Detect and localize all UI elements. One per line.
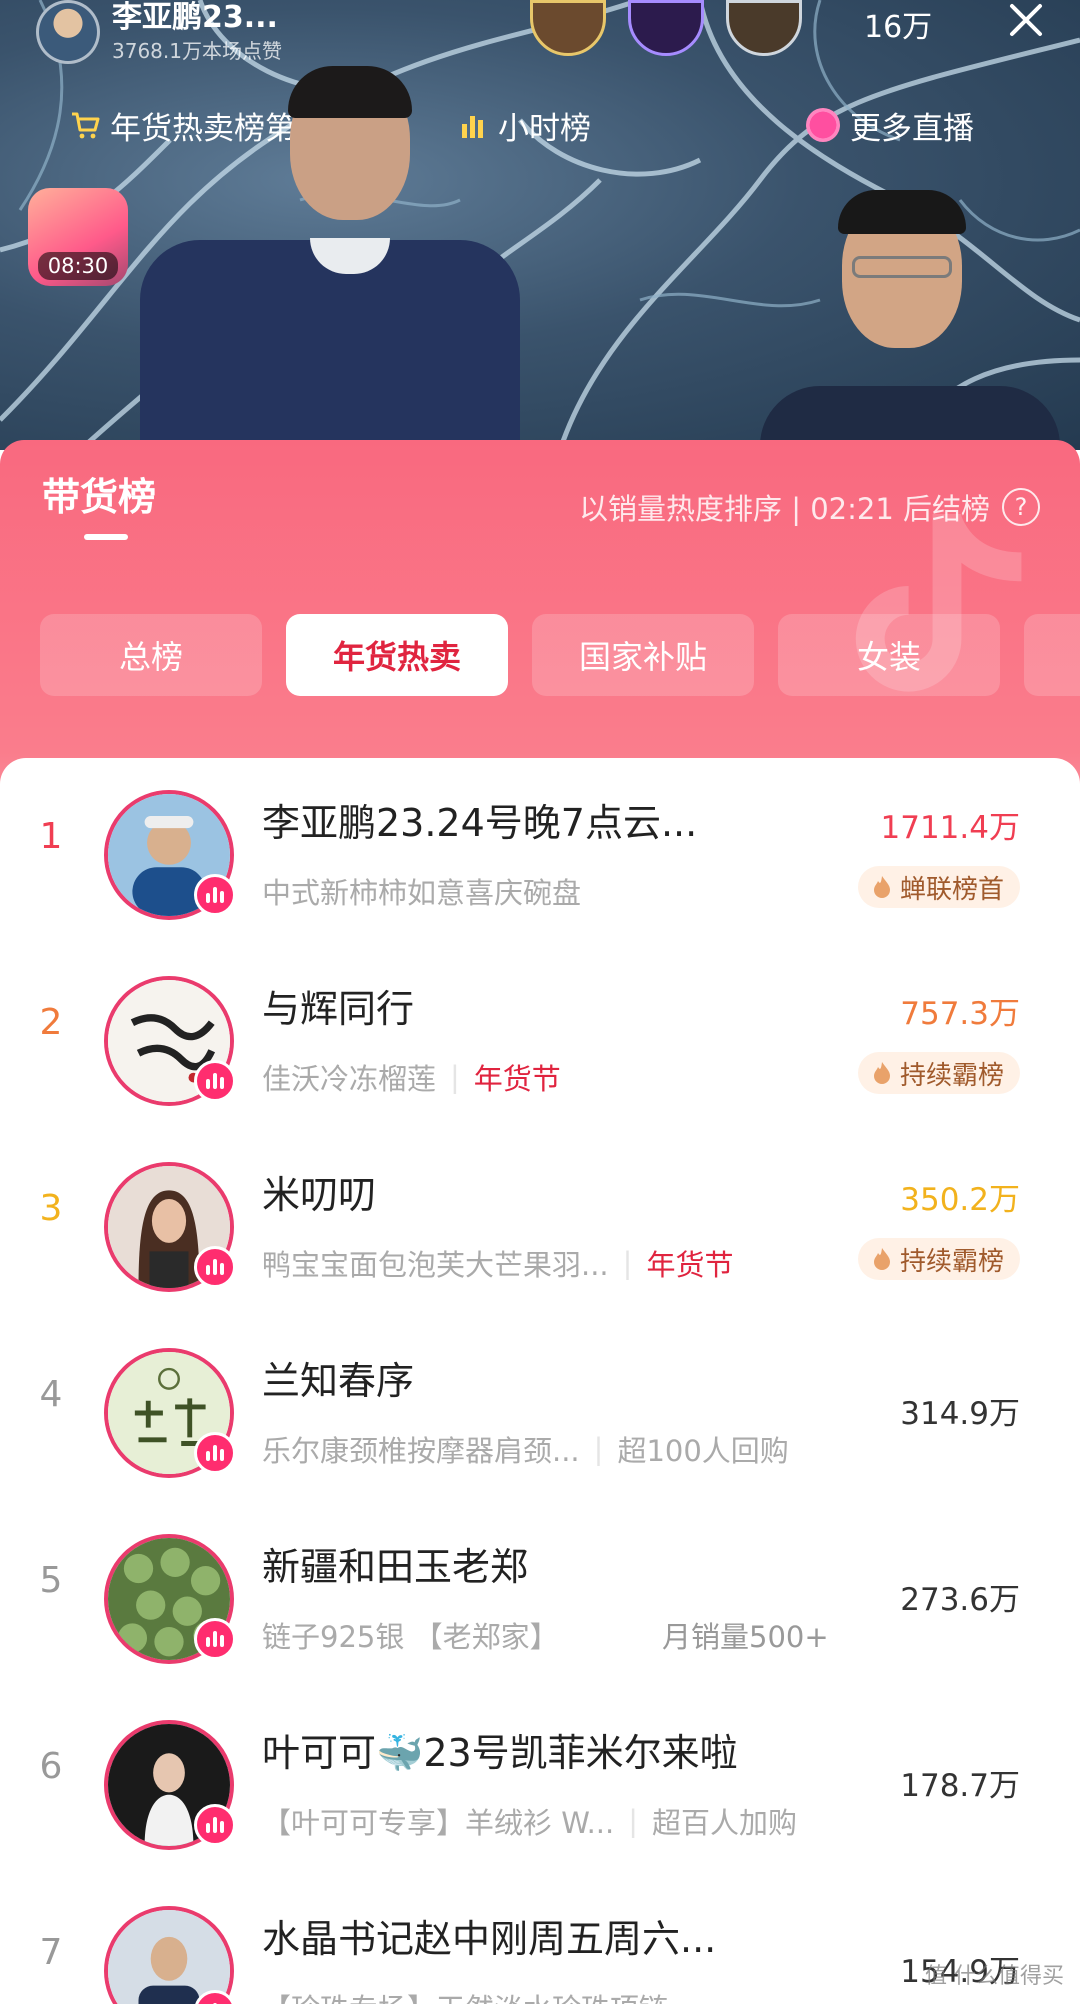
product-name: 链子925银 【老郑家】 [262, 1620, 559, 1654]
streamer-name[interactable]: 与辉同行 [262, 978, 782, 1033]
streamer-name[interactable]: 叶可可🐳23号凯菲米尔来啦 [262, 1722, 782, 1777]
tab-more[interactable] [1024, 614, 1080, 696]
festival-tag: 年货节 [473, 1062, 561, 1096]
countdown-text: 08:30 [37, 252, 119, 280]
top-viewers[interactable] [530, 0, 802, 56]
product-description: 鸭宝宝面包泡芙大芒果羽... | 年货节 [262, 1242, 862, 1284]
host-person-left [140, 66, 520, 450]
status-badge-label: 持续霸榜 [899, 1060, 1004, 1091]
rank-number: 3 [39, 1188, 63, 1229]
cart-icon [72, 112, 100, 139]
host-name: 李亚鹏23... [112, 0, 278, 35]
ranking-tabs: 总榜 年货热卖 国家补贴 女装 [40, 614, 1080, 696]
panel-info: 以销量热度排序 | 02:21 后结榜 ? [579, 486, 1040, 528]
sales-value: 1711.4万 [880, 810, 1020, 846]
host-info[interactable]: 李亚鹏23... 3768.1万本场点赞 [36, 0, 356, 64]
streamer-name[interactable]: 米叨叨 [262, 1164, 782, 1219]
live-indicator-icon [194, 1618, 236, 1660]
live-indicator-icon [194, 1432, 236, 1474]
tab-overall[interactable]: 总榜 [40, 614, 262, 696]
site-watermark: 值 什么值得买 [925, 1964, 1064, 1989]
status-badge-label: 蝉联榜首 [899, 874, 1004, 905]
host-person-right [760, 190, 1060, 450]
live-indicator-icon [194, 1246, 236, 1288]
ranking-info-text: 以销量热度排序 | 02:21 后结榜 [579, 492, 990, 526]
viewer-avatar[interactable] [628, 0, 704, 56]
separator: | [628, 1804, 639, 1838]
host-likes: 3768.1万本场点赞 [112, 38, 282, 63]
rank-number: 6 [39, 1746, 63, 1787]
list-item[interactable]: 4 兰知春序 乐尔康颈椎按摩器肩颈... | 超100人回购 314.9万 [0, 1320, 1080, 1506]
status-badge: 持续霸榜 [857, 1238, 1020, 1280]
sales-highlight: 超100人回购 [617, 1434, 789, 1468]
streamer-name[interactable]: 水晶书记赵中刚周五周六... [262, 1908, 782, 1963]
product-description: 乐尔康颈椎按摩器肩颈... | 超100人回购 [262, 1428, 862, 1470]
sales-value: 273.6万 [900, 1582, 1020, 1618]
sales-value: 178.7万 [900, 1768, 1020, 1804]
streamer-name[interactable]: 李亚鹏23.24号晚7点云... [262, 792, 782, 847]
separator: | [593, 1432, 604, 1466]
list-item[interactable]: 1 李亚鹏23.24号晚7点云... 中式新柿柿如意喜庆碗盘 1711.4万 蝉… [0, 762, 1080, 948]
list-item[interactable]: 2 与辉同行 佳沃冷冻榴莲 | 年货节 757.3万 持续霸榜 [0, 948, 1080, 1134]
sales-value: 314.9万 [900, 1396, 1020, 1432]
flame-icon [873, 1248, 890, 1270]
list-item[interactable]: 6 叶可可🐳23号凯菲米尔来啦 【叶可可专享】羊绒衫 W... | 超百人加购 … [0, 1692, 1080, 1878]
product-name: 佳沃冷冻榴莲 [262, 1062, 437, 1096]
viewer-avatar[interactable] [530, 0, 606, 56]
live-indicator-icon [194, 874, 236, 916]
more-live-pill[interactable]: 更多直播 [806, 103, 974, 148]
rank-number: 7 [39, 1932, 63, 1973]
flame-icon [873, 1062, 890, 1084]
help-icon[interactable]: ? [1002, 488, 1040, 526]
list-item[interactable]: 3 米叨叨 鸭宝宝面包泡芙大芒果羽... | 年货节 350.2万 持续霸榜 [0, 1134, 1080, 1320]
product-description: 中式新柿柿如意喜庆碗盘 [262, 870, 862, 912]
rank-number: 4 [39, 1374, 63, 1415]
title-underline [84, 534, 128, 540]
status-badge: 蝉联榜首 [857, 866, 1020, 908]
panel-title: 带货榜 [42, 475, 157, 519]
rank-number: 5 [39, 1560, 63, 1601]
streamer-name[interactable]: 新疆和田玉老郑 [262, 1536, 782, 1591]
ranking-list[interactable]: 1 李亚鹏23.24号晚7点云... 中式新柿柿如意喜庆碗盘 1711.4万 蝉… [0, 758, 1080, 2004]
flame-icon [873, 876, 890, 898]
product-description: 【叶可可专享】羊绒衫 W... | 超百人加购 [262, 1800, 862, 1842]
product-name: 中式新柿柿如意喜庆碗盘 [262, 876, 582, 910]
live-dot-icon [806, 108, 840, 142]
rank-number: 2 [39, 1002, 63, 1043]
tab-new-year-goods[interactable]: 年货热卖 [286, 614, 508, 696]
tab-womens-wear[interactable]: 女装 [778, 614, 1000, 696]
product-name: 乐尔康颈椎按摩器肩颈... [262, 1434, 580, 1468]
list-item[interactable]: 7 水晶书记赵中刚周五周六... 【珍珠专场】天然淡水珍珠项链... 154.9… [0, 1878, 1080, 2004]
festival-tag: 年货节 [646, 1248, 734, 1282]
sales-highlight: 月销量500+ [662, 1620, 829, 1654]
status-badge-label: 持续霸榜 [899, 1246, 1004, 1277]
countdown-badge[interactable]: 08:30 [28, 188, 128, 286]
product-description: 佳沃冷冻榴莲 | 年货节 [262, 1056, 862, 1098]
list-item[interactable]: 5 新疆和田玉老郑 链子925银 【老郑家】 月销量500+ 273.6万 [0, 1506, 1080, 1692]
product-description: 【珍珠专场】天然淡水珍珠项链... [262, 1986, 862, 2004]
product-name: 【叶可可专享】羊绒衫 W... [262, 1806, 615, 1840]
rank-number: 1 [39, 816, 63, 857]
separator: | [450, 1060, 460, 1094]
sales-ranking-panel: 带货榜 以销量热度排序 | 02:21 后结榜 ? 总榜 年货热卖 国家补贴 女… [0, 440, 1080, 2004]
viewer-avatar[interactable] [726, 0, 802, 56]
live-stream-view[interactable]: 李亚鹏23... 3768.1万本场点赞 16万 年货热卖榜第1名 小时榜 更多… [0, 0, 1080, 450]
more-live-label: 更多直播 [850, 110, 974, 147]
sales-value: 350.2万 [900, 1182, 1020, 1218]
streamer-name[interactable]: 兰知春序 [262, 1350, 782, 1405]
live-indicator-icon [194, 1060, 236, 1102]
host-avatar[interactable] [36, 0, 100, 64]
product-name: 【珍珠专场】天然淡水珍珠项链... [262, 1986, 696, 2004]
viewer-count[interactable]: 16万 [864, 2, 932, 46]
sales-highlight: 超百人加购 [652, 1806, 798, 1840]
close-icon[interactable] [1006, 0, 1046, 40]
product-name: 鸭宝宝面包泡芙大芒果羽... [262, 1248, 609, 1282]
sales-value: 757.3万 [900, 996, 1020, 1032]
separator: | [622, 1246, 633, 1280]
status-badge: 持续霸榜 [857, 1052, 1020, 1094]
live-indicator-icon [194, 1804, 236, 1846]
tab-national-subsidy[interactable]: 国家补贴 [532, 614, 754, 696]
